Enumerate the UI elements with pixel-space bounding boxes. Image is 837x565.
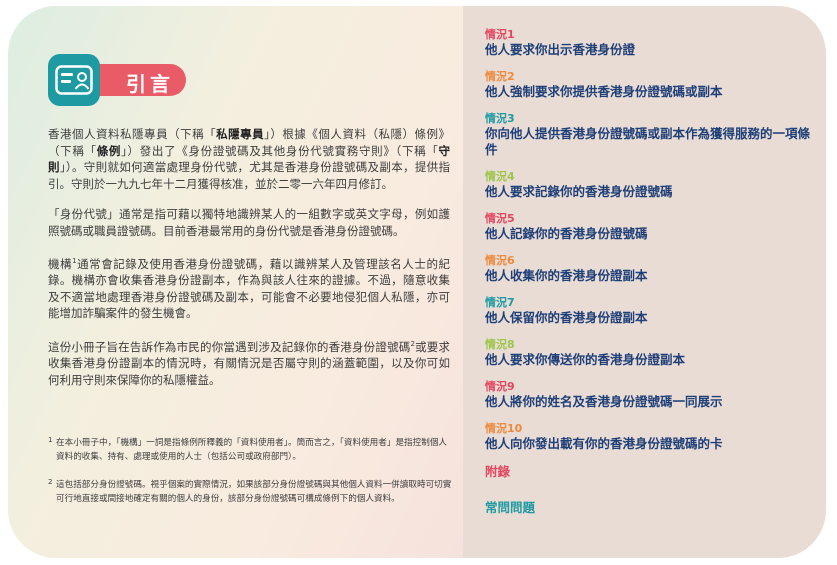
intro-paragraph-2: 「身份代號」通常是指可藉以獨特地識辨某人的一組數字或英文字母，例如護照號碼或職員… — [48, 207, 450, 238]
situation-tag: 情況3 — [485, 112, 515, 125]
footnote-2: 2 這包括部分身份證號碼。視乎個案的實際情況，如果該部分身份證號碼與其他個人資料一… — [48, 478, 452, 504]
situation-item[interactable]: 情況5 他人記錄你的香港身份證號碼 — [485, 212, 815, 242]
contents-panel: 情況1 他人要求你出示香港身份證 情況2 他人強制要求你提供香港身份證號碼或副本… — [463, 6, 826, 558]
booklet-page: 引言 香港個人資料私隱專員（下稱「私隱專員」）根據《個人資料（私隱）條例》（下稱… — [8, 6, 826, 558]
intro-paragraph-4: 這份小冊子旨在告訴作為市民的你當遇到涉及記錄你的香港身份證號碼2或要求收集香港身… — [48, 339, 450, 387]
appendix-link[interactable]: 附錄 — [485, 464, 815, 480]
situation-tag: 情況7 — [485, 296, 515, 309]
situation-tag: 情況10 — [485, 422, 523, 435]
situation-title: 他人要求你出示香港身份證 — [485, 42, 636, 57]
situation-item[interactable]: 情況2 他人強制要求你提供香港身份證號碼或副本 — [485, 70, 815, 100]
intro-panel: 引言 香港個人資料私隱專員（下稱「私隱專員」）根據《個人資料（私隱）條例》（下稱… — [8, 6, 463, 558]
situation-title: 他人記錄你的香港身份證號碼 — [485, 226, 648, 241]
situation-item[interactable]: 情況8 他人要求你傳送你的香港身份證副本 — [485, 338, 815, 368]
situation-item[interactable]: 情況7 他人保留你的香港身份證副本 — [485, 296, 815, 326]
footnotes: 1 在本小冊子中，「機構」一詞是指條例所釋義的「資料使用者」。簡而言之，「資料使用… — [48, 436, 452, 520]
intro-paragraph-3: 機構1通常會記錄及使用香港身份證號碼，藉以識辨某人及管理該名人士的紀錄。機構亦會… — [48, 256, 450, 321]
intro-paragraph-1: 香港個人資料私隱專員（下稱「私隱專員」）根據《個人資料（私隱）條例》（下稱「條例… — [48, 127, 451, 191]
footnote-1: 1 在本小冊子中，「機構」一詞是指條例所釋義的「資料使用者」。簡而言之，「資料使用… — [48, 436, 448, 462]
intro-body: 香港個人資料私隱專員（下稱「私隱專員」）根據《個人資料（私隱）條例》（下稱「條例… — [48, 126, 450, 402]
situation-tag: 情況1 — [485, 28, 515, 41]
situation-item[interactable]: 情況6 他人收集你的香港身份證副本 — [485, 254, 815, 284]
situation-tag: 情況8 — [485, 338, 515, 351]
situation-title: 他人將你的姓名及香港身份證號碼一同展示 — [485, 394, 723, 409]
situation-title: 他人強制要求你提供香港身份證號碼或副本 — [485, 84, 723, 99]
situation-item[interactable]: 情況1 他人要求你出示香港身份證 — [485, 28, 815, 58]
situation-list: 情況1 他人要求你出示香港身份證 情況2 他人強制要求你提供香港身份證號碼或副本… — [485, 28, 815, 536]
situation-tag: 情況2 — [485, 70, 515, 83]
situation-title: 你向他人提供香港身份證號碼或副本作為獲得服務的一項條件 — [485, 126, 811, 157]
situation-tag: 情況4 — [485, 170, 515, 183]
situation-tag: 情況9 — [485, 380, 515, 393]
situation-title: 他人要求記錄你的香港身份證號碼 — [485, 184, 673, 199]
situation-item[interactable]: 情況10 他人向你發出載有你的香港身份證號碼的卡 — [485, 422, 815, 452]
situation-item[interactable]: 情況9 他人將你的姓名及香港身份證號碼一同展示 — [485, 380, 815, 410]
intro-heading: 引言 — [126, 72, 174, 96]
situation-item[interactable]: 情況3 你向他人提供香港身份證號碼或副本作為獲得服務的一項條件 — [485, 112, 815, 158]
situation-title: 他人保留你的香港身份證副本 — [485, 310, 648, 325]
situation-title: 他人收集你的香港身份證副本 — [485, 268, 648, 283]
id-card-icon — [48, 54, 100, 106]
situation-tag: 情況5 — [485, 212, 515, 225]
situation-title: 他人向你發出載有你的香港身份證號碼的卡 — [485, 436, 723, 451]
faq-link[interactable]: 常問問題 — [485, 500, 815, 516]
intro-header: 引言 — [48, 54, 198, 106]
situation-tag: 情況6 — [485, 254, 515, 267]
situation-title: 他人要求你傳送你的香港身份證副本 — [485, 352, 686, 367]
situation-item[interactable]: 情況4 他人要求記錄你的香港身份證號碼 — [485, 170, 815, 200]
